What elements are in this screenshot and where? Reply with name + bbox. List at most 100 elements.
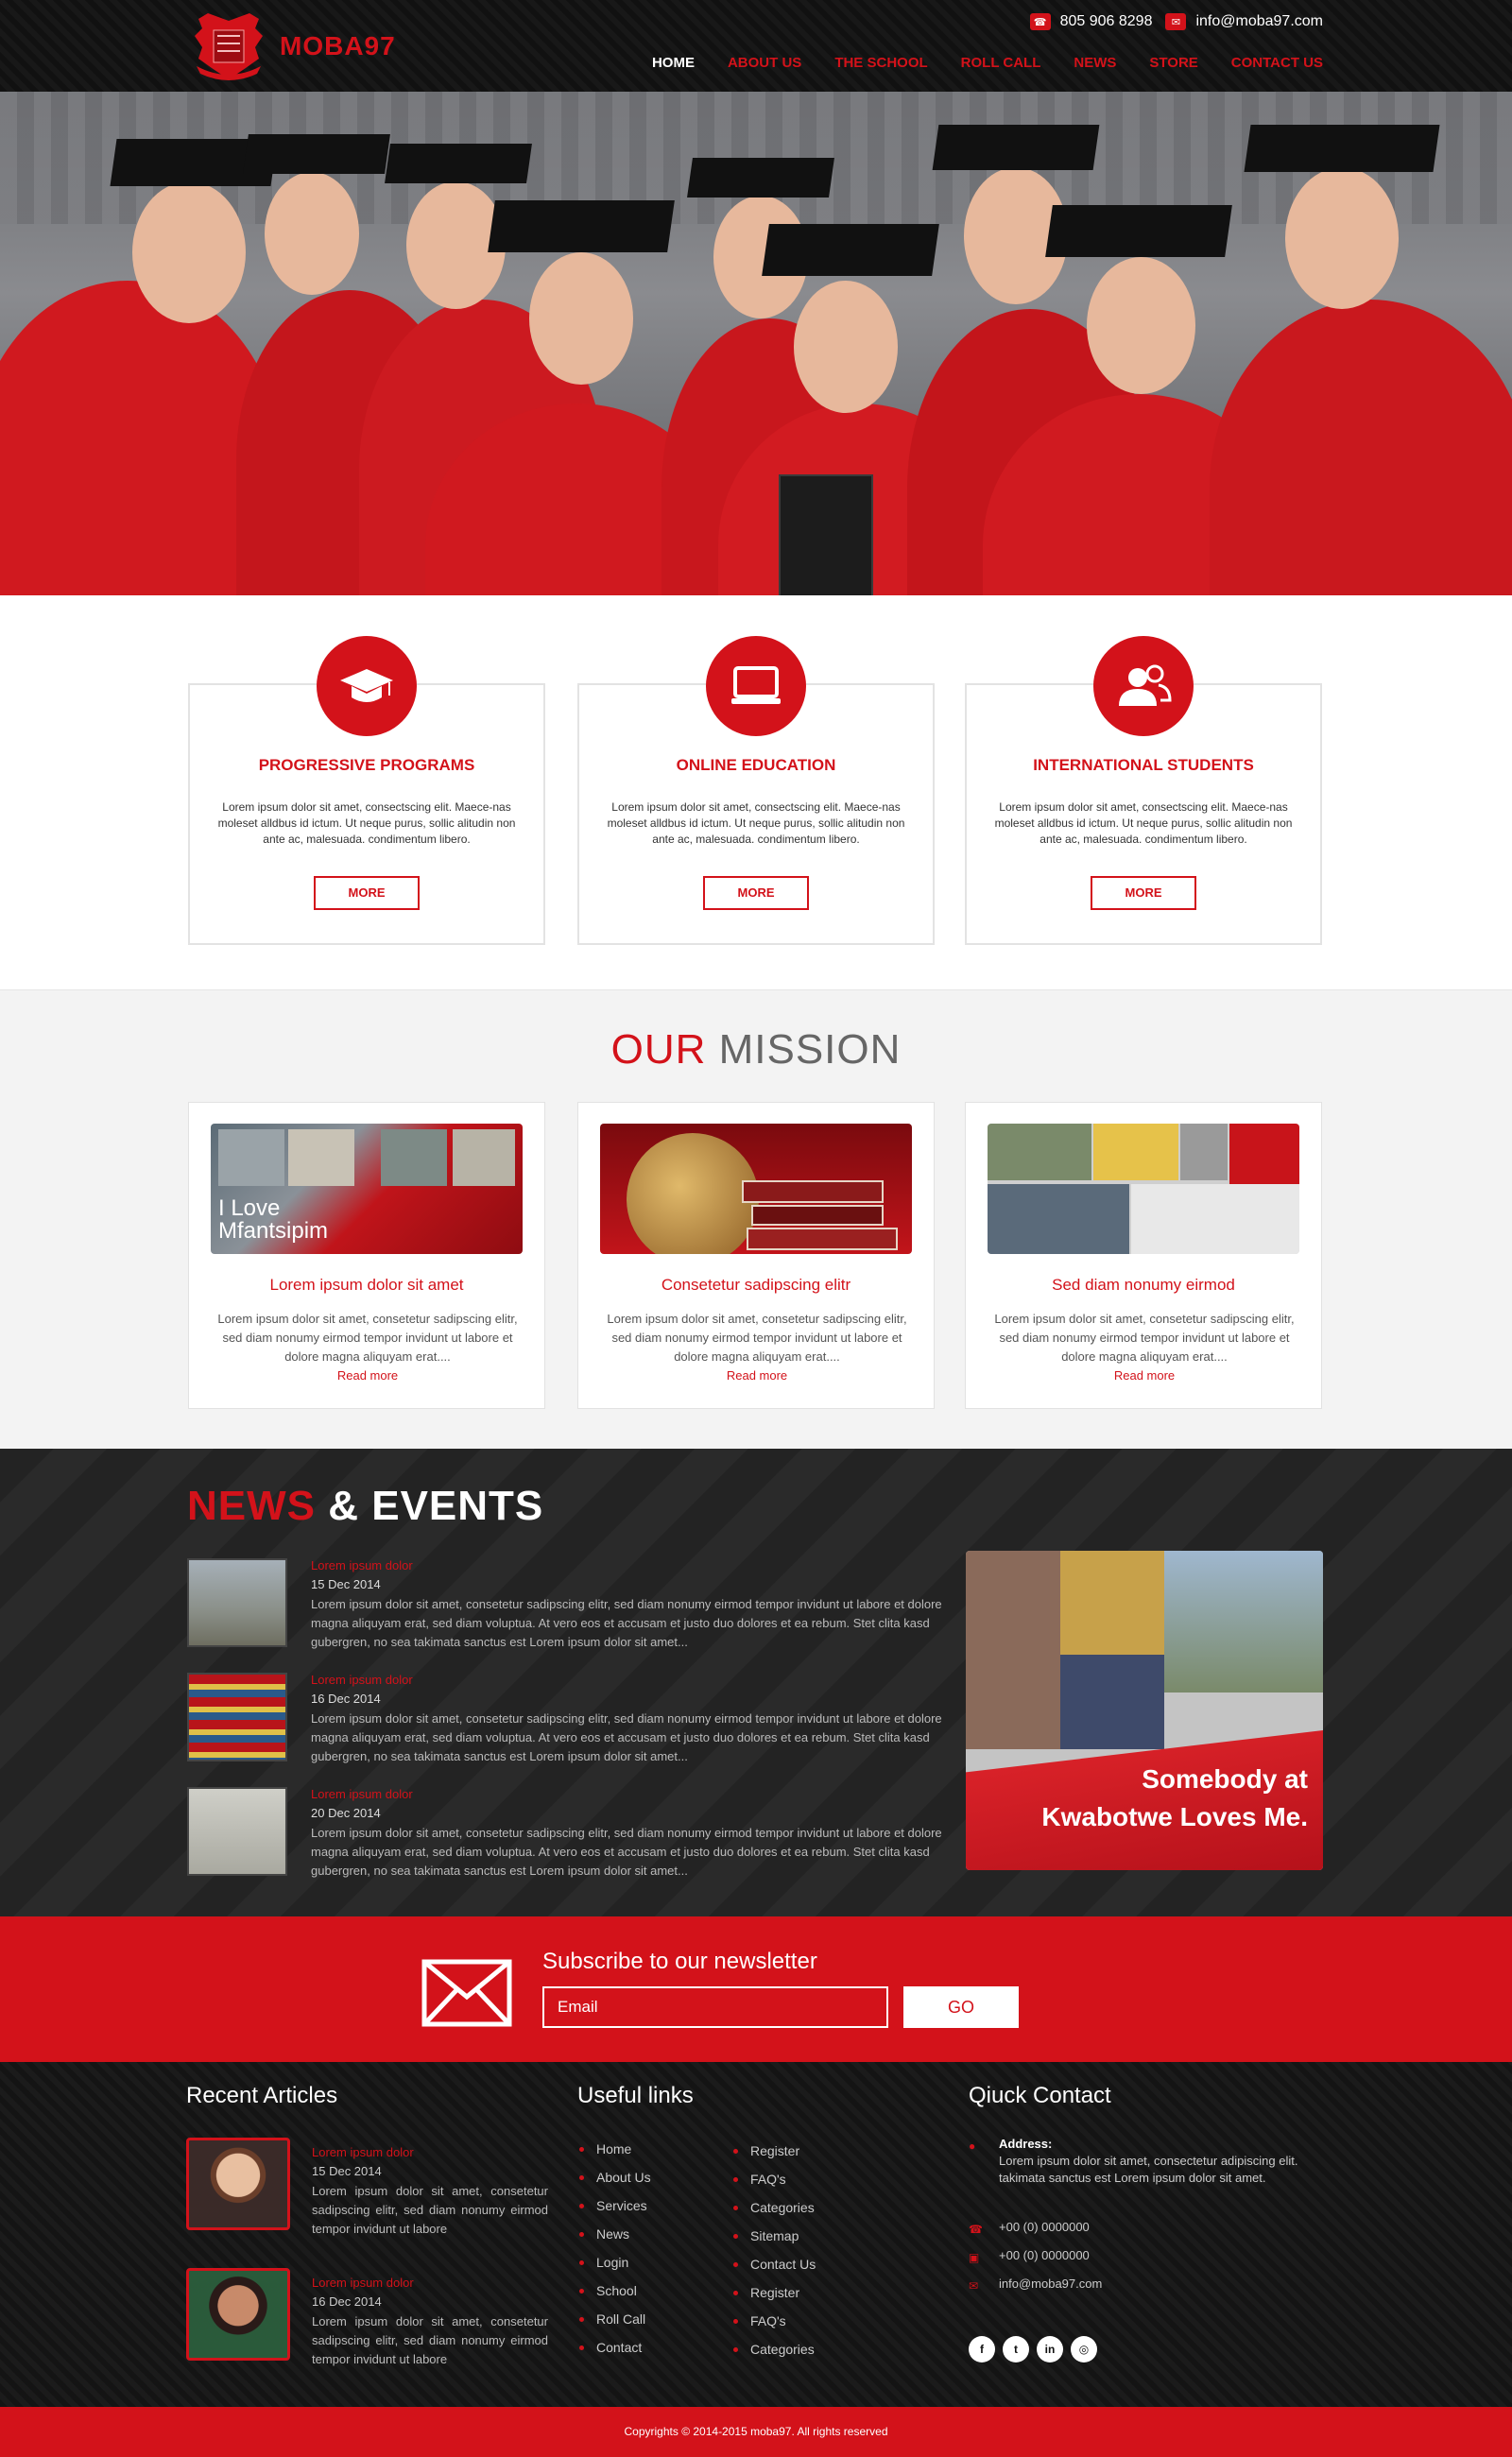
mission-title-rest: MISSION [706,1026,902,1073]
news-item-title[interactable]: Lorem ipsum dolor [311,1558,413,1572]
logo[interactable]: MOBA97 [189,9,396,83]
mission-card-text: Lorem ipsum dolor sit amet, consetetur s… [601,1310,913,1385]
nav-home[interactable]: HOME [652,55,695,71]
graduation-cap [488,200,675,252]
photo-tile [966,1551,1060,1749]
fax-icon: ▣ [969,2251,980,2264]
mission-card-title[interactable]: Consetetur sadipscing elitr [578,1276,934,1295]
nav-roll-call[interactable]: ROLL CALL [961,55,1041,71]
banner-caption: Somebody at Kwabotwe Loves Me. [966,1761,1323,1836]
linkedin-icon[interactable]: in [1037,2336,1063,2362]
footer-link[interactable]: News [577,2220,651,2248]
news-thumbnail[interactable] [187,1673,287,1761]
photo-tile [1060,1655,1164,1749]
feature-title: ONLINE EDUCATION [676,756,836,774]
mission-card-text: Lorem ipsum dolor sit amet, consetetur s… [988,1310,1300,1385]
page: MOBA97 ☎ 805 906 8298 ✉ info@moba97.com … [0,0,1512,2457]
recent-articles-title: Recent Articles [186,2083,338,2108]
mission-image-school[interactable]: I Love Mfantsipim [211,1124,523,1254]
read-more-link[interactable]: Read more [1114,1368,1175,1383]
users-icon [1093,636,1194,736]
hero-image [0,92,1512,595]
footer-link[interactable]: FAQ's [731,2165,816,2193]
contact-phone-text[interactable]: +00 (0) 0000000 [999,2219,1309,2236]
header-email[interactable]: ✉ info@moba97.com [1165,13,1323,30]
footer-link[interactable]: Contact [577,2333,651,2362]
nav-store[interactable]: STORE [1149,55,1197,71]
contact-fax-text[interactable]: +00 (0) 0000000 [999,2247,1309,2264]
news-item-title[interactable]: Lorem ipsum dolor [311,1787,413,1801]
newsletter-section: Subscribe to our newsletter GO [0,1916,1512,2062]
mission-card-body: Lorem ipsum dolor sit amet, consetetur s… [217,1312,518,1364]
quick-contact-title: Qiuck Contact [969,2083,1111,2108]
footer-link[interactable]: About Us [577,2163,651,2191]
site-header: MOBA97 ☎ 805 906 8298 ✉ info@moba97.com … [0,0,1512,92]
article-avatar[interactable] [186,2268,290,2361]
main-nav: HOME ABOUT US THE SCHOOL ROLL CALL NEWS … [652,55,1323,71]
instagram-icon[interactable]: ◎ [1071,2336,1097,2362]
footer-link[interactable]: Register [731,2137,816,2165]
more-button[interactable]: MORE [1091,876,1196,910]
contact-email-text[interactable]: info@moba97.com [999,2276,1309,2293]
news-item-title[interactable]: Lorem ipsum dolor [311,1673,413,1687]
news-title-red: NEWS [187,1483,316,1529]
photo-tile [218,1129,284,1186]
article-avatar[interactable] [186,2138,290,2230]
graduate-face [529,252,633,385]
feature-text: Lorem ipsum dolor sit amet, consectscing… [217,800,516,846]
graduate-book [779,474,873,595]
nav-the-school[interactable]: THE SCHOOL [834,55,927,71]
more-button[interactable]: MORE [703,876,809,910]
article-title[interactable]: Lorem ipsum dolor [312,2145,414,2159]
footer-link[interactable]: Categories [731,2193,816,2222]
mission-card-text: Lorem ipsum dolor sit amet, consetetur s… [212,1310,524,1385]
read-more-link[interactable]: Read more [337,1368,398,1383]
footer-link[interactable]: Categories [731,2335,816,2363]
news-section: NEWS & EVENTS Lorem ipsum dolor 15 Dec 2… [0,1449,1512,1916]
footer-link[interactable]: Roll Call [577,2305,651,2333]
footer-link[interactable]: FAQ's [731,2307,816,2335]
mission-image-classroom[interactable] [988,1124,1299,1254]
globe-graphic [627,1133,759,1254]
header-email-text: info@moba97.com [1195,13,1323,29]
news-thumbnail[interactable] [187,1558,287,1647]
footer-link[interactable]: School [577,2277,651,2305]
nav-contact-us[interactable]: CONTACT US [1231,55,1323,71]
news-promo-banner[interactable]: Somebody at Kwabotwe Loves Me. [966,1551,1323,1870]
footer-link[interactable]: Contact Us [731,2250,816,2278]
mission-card-title[interactable]: Lorem ipsum dolor sit amet [189,1276,544,1295]
mission-image-globe[interactable] [600,1124,912,1254]
graduation-cap [1244,125,1440,172]
news-thumbnail[interactable] [187,1787,287,1876]
social-links: f t in ◎ [969,2336,1097,2362]
footer-link[interactable]: Services [577,2191,651,2220]
news-item: Lorem ipsum dolor 20 Dec 2014 Lorem ipsu… [187,1779,943,1878]
newsletter-email-input[interactable] [542,1986,888,2028]
contact-fax: ▣ +00 (0) 0000000 [969,2247,1309,2264]
nav-about-us[interactable]: ABOUT US [728,55,801,71]
footer-link[interactable]: Register [731,2278,816,2307]
footer-link[interactable]: Home [577,2135,651,2163]
facebook-icon[interactable]: f [969,2336,995,2362]
twitter-icon[interactable]: t [1003,2336,1029,2362]
header-phone[interactable]: ☎ 805 906 8298 [1029,13,1152,30]
phone-icon: ☎ [969,2223,983,2236]
monitor-icon [706,636,806,736]
feature-title: PROGRESSIVE PROGRAMS [258,756,475,774]
photo-tile [988,1184,1129,1254]
crest-tile [1229,1124,1299,1188]
book-graphic [747,1228,898,1250]
footer-link[interactable]: Sitemap [731,2222,816,2250]
feature-title: INTERNATIONAL STUDENTS [1033,756,1254,774]
read-more-link[interactable]: Read more [727,1368,787,1383]
mission-title: OUR MISSION [0,1026,1512,1074]
mission-card-title[interactable]: Sed diam nonumy eirmod [966,1276,1321,1295]
article-title[interactable]: Lorem ipsum dolor [312,2276,414,2290]
newsletter-go-button[interactable]: GO [903,1986,1019,2028]
nav-news[interactable]: NEWS [1074,55,1116,71]
site-footer: Recent Articles Lorem ipsum dolor 15 Dec… [0,2062,1512,2407]
more-button[interactable]: MORE [314,876,420,910]
news-title-rest: & EVENTS [316,1483,544,1529]
graduate-face [1285,167,1399,309]
footer-link[interactable]: Login [577,2248,651,2277]
